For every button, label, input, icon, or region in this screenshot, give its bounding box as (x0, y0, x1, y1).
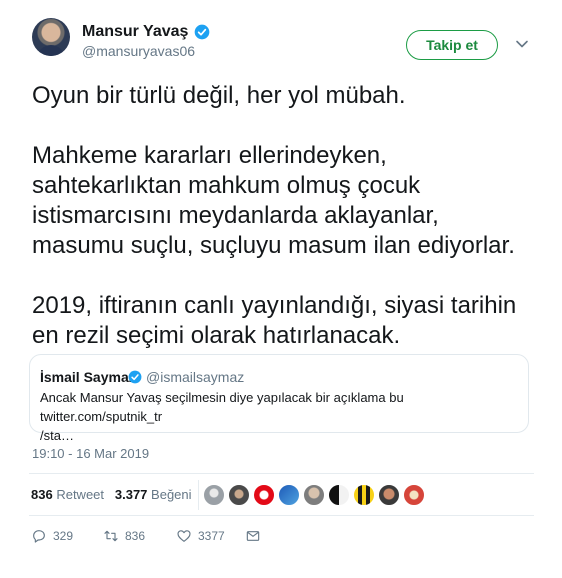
envelope-icon (246, 531, 260, 541)
quoted-author-name: İsmail Saymaz (40, 369, 136, 385)
avatar[interactable] (378, 484, 400, 506)
heart-icon (177, 530, 191, 542)
divider (29, 473, 534, 474)
like-button[interactable]: 3377 (176, 526, 225, 546)
retweet-button[interactable]: 836 (103, 526, 145, 546)
reply-icon (33, 530, 45, 543)
retweet-icon (104, 530, 118, 542)
avatar[interactable] (303, 484, 325, 506)
quoted-tweet-text: Ancak Mansur Yavaş seçilmesin diye yapıl… (40, 390, 404, 443)
avatar[interactable] (228, 484, 250, 506)
retweet-stat[interactable]: 836 Retweet (31, 487, 104, 502)
reply-button[interactable]: 329 (31, 526, 73, 546)
divider (198, 480, 199, 510)
tweet-timestamp[interactable]: 19:10 - 16 Mar 2019 (32, 446, 149, 461)
tweet-actions: 329 836 3377 (0, 526, 562, 550)
like-stat-count: 3.377 (114, 487, 148, 502)
tweet-card: Mansur Yavaş @mansuryavas06 Takip et Oyu… (0, 0, 562, 578)
tweet-text: Oyun bir türlü değil, her yol mübah. Mah… (32, 82, 517, 349)
author-handle[interactable]: @mansuryavas06 (82, 43, 195, 59)
avatar[interactable] (353, 484, 375, 506)
author-name[interactable]: Mansur Yavaş (82, 23, 188, 41)
author-avatar[interactable] (32, 18, 70, 56)
like-count: 3377 (198, 529, 225, 543)
retweet-stat-label: Retweet (56, 487, 105, 502)
avatar[interactable] (328, 484, 350, 506)
avatar[interactable] (203, 484, 225, 506)
direct-message-button[interactable] (245, 526, 267, 546)
like-stat-label: Beğeni (151, 487, 192, 502)
divider (29, 515, 534, 516)
follow-button[interactable]: Takip et (406, 30, 498, 60)
avatar[interactable] (253, 484, 275, 506)
chevron-down-icon[interactable] (515, 37, 529, 51)
avatar[interactable] (403, 484, 425, 506)
like-stat[interactable]: 3.377 Beğeni (115, 487, 192, 502)
quoted-author-handle: @ismailsaymaz (146, 369, 245, 385)
engagement-stats: 836 Retweet 3.377 Beğeni (31, 487, 192, 502)
verified-badge-icon (194, 24, 210, 40)
reply-count: 329 (53, 529, 74, 543)
verified-badge-icon (128, 370, 142, 384)
quoted-tweet[interactable]: İsmail Saymaz @ismailsaymaz Ancak Mansur… (29, 354, 529, 443)
retweet-count: 836 (125, 529, 146, 543)
avatar[interactable] (278, 484, 300, 506)
retweet-stat-count: 836 (31, 487, 53, 502)
